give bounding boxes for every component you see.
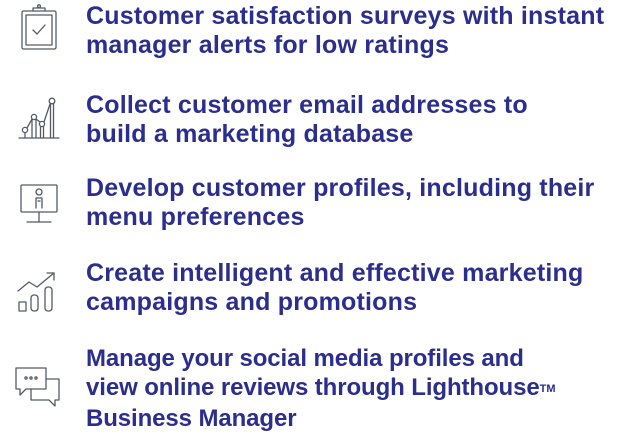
chat-bubbles-icon — [14, 364, 64, 414]
feature-text: Customer satisfaction surveys with insta… — [86, 2, 631, 60]
trademark-symbol: TM — [539, 383, 556, 395]
feature-line: campaigns and promotions — [86, 288, 418, 316]
feature-line: manager alerts for low ratings — [86, 31, 450, 59]
growth-chart-icon — [14, 265, 64, 315]
feature-line-text: view online reviews through Lighthouse — [86, 374, 540, 401]
feature-text: Manage your social media profiles and vi… — [86, 344, 631, 433]
feature-line: Business Manager — [86, 405, 297, 432]
feature-text: Develop customer profiles, including the… — [86, 174, 631, 232]
feature-line: Collect customer email addresses to — [86, 91, 528, 119]
feature-line: Customer satisfaction surveys with insta… — [86, 2, 605, 30]
feature-text: Create intelligent and effective marketi… — [86, 259, 631, 317]
feature-line: build a marketing database — [86, 120, 414, 148]
feature-line: menu preferences — [86, 203, 305, 231]
feature-line: Develop customer profiles, including the… — [86, 174, 595, 202]
network-nodes-icon — [14, 93, 64, 143]
monitor-profile-icon — [14, 178, 64, 228]
feature-line: Manage your social media profiles and — [86, 345, 524, 372]
feature-text: Collect customer email addresses to buil… — [86, 91, 631, 149]
feature-line: Create intelligent and effective marketi… — [86, 259, 584, 287]
feature-line: view online reviews through LighthouseTM — [86, 373, 631, 404]
clipboard-check-icon — [14, 3, 64, 53]
